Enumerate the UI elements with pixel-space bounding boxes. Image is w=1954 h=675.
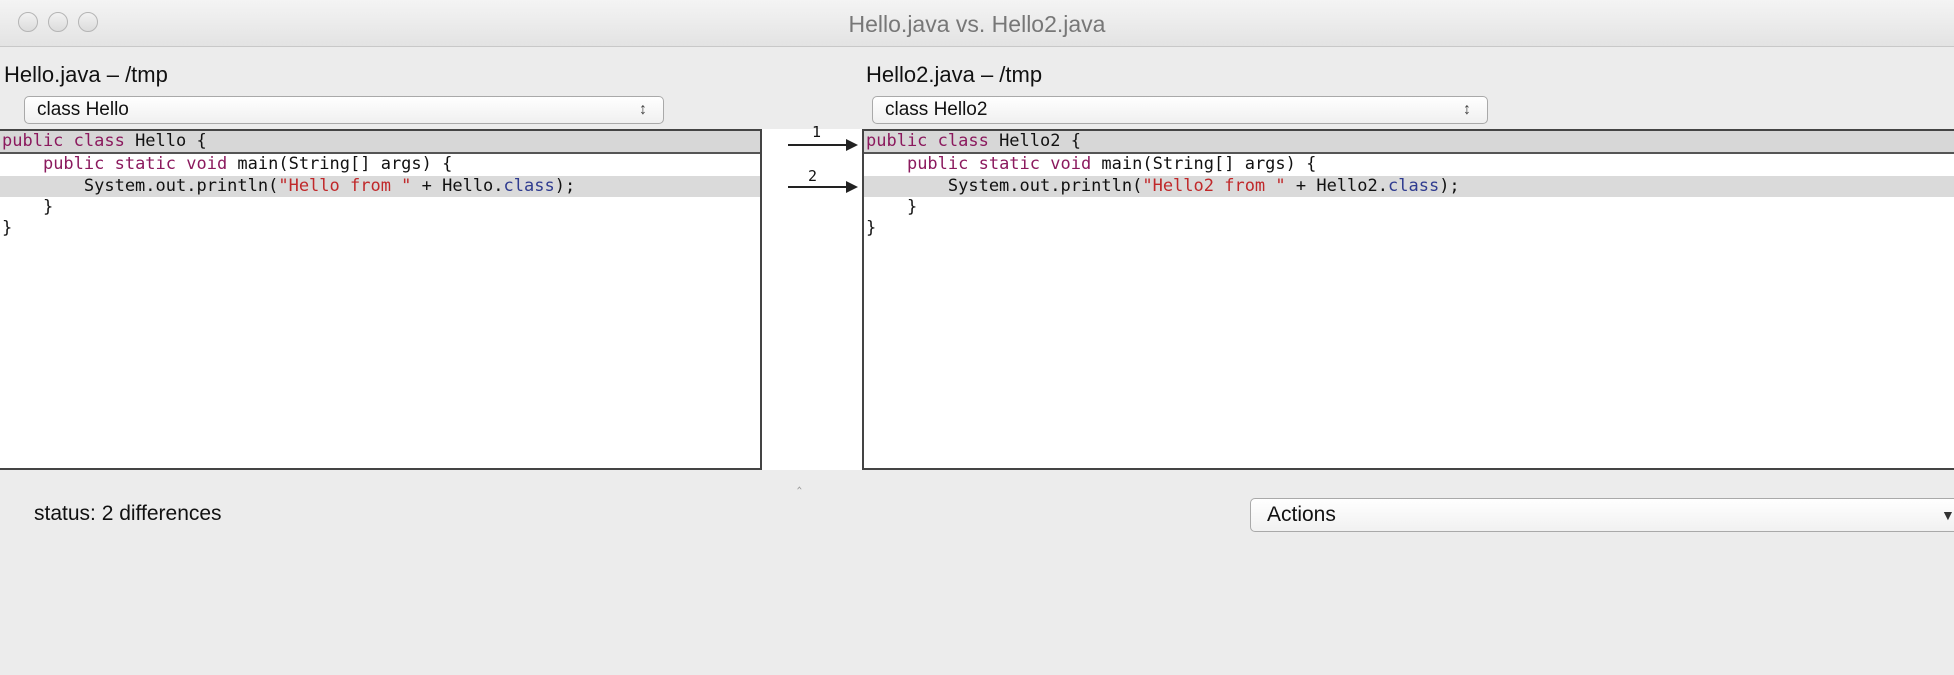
updown-chevron-icon: ↕ xyxy=(639,101,647,118)
diff-gutter: 1 2 xyxy=(762,123,862,470)
code-text: + Hello. xyxy=(411,176,504,196)
code-line: } xyxy=(0,197,760,218)
status-text: status: 2 differences xyxy=(34,502,222,525)
code-text: } xyxy=(2,218,13,238)
code-line: System.out.println("Hello2 from " + Hell… xyxy=(864,176,1954,197)
splitter-handle-icon[interactable]: ‸ xyxy=(797,473,802,490)
code-string: "Hello2 from " xyxy=(1142,176,1286,196)
diff-number-1: 1 xyxy=(812,123,822,141)
code-line: public static void main(String[] args) { xyxy=(0,154,760,175)
code-text: } xyxy=(866,218,877,238)
diff-arrow-icon[interactable] xyxy=(788,139,858,151)
code-text: System.out.println( xyxy=(2,176,279,196)
code-keyword: public static void xyxy=(906,154,1102,174)
code-text: } xyxy=(866,197,918,217)
code-line: public class Hello { xyxy=(0,131,760,154)
code-text: Hello2 { xyxy=(999,131,1081,151)
code-line: System.out.println("Hello from " + Hello… xyxy=(0,176,760,197)
code-line: public class Hello2 { xyxy=(864,131,1954,154)
left-file-label: Hello.java – /tmp xyxy=(4,62,168,87)
actions-dropdown-label: Actions xyxy=(1267,503,1336,526)
code-text: System.out.println( xyxy=(866,176,1143,196)
left-code-pane[interactable]: public class Hello { public static void … xyxy=(0,129,762,470)
code-text: + Hello2. xyxy=(1285,176,1388,196)
code-line: } xyxy=(864,218,1954,239)
right-file-label: Hello2.java – /tmp xyxy=(866,62,1043,87)
code-text: Hello { xyxy=(135,131,207,151)
right-class-selector[interactable]: class Hello2 ↕ xyxy=(872,96,1488,124)
code-text: ); xyxy=(554,176,576,196)
code-keyword: public static void xyxy=(42,154,238,174)
code-field: class xyxy=(1388,176,1440,196)
code-string: "Hello from " xyxy=(278,176,412,196)
code-text: ); xyxy=(1439,176,1460,196)
code-text: } xyxy=(2,197,54,217)
diff-arrow-icon[interactable] xyxy=(788,181,858,193)
code-field: class xyxy=(503,176,555,196)
code-line: } xyxy=(0,218,760,239)
updown-chevron-icon: ↕ xyxy=(1463,101,1471,118)
code-line: public static void main(String[] args) { xyxy=(864,154,1954,175)
code-line: } xyxy=(864,197,1954,218)
actions-dropdown[interactable]: Actions ▼ xyxy=(1250,498,1954,532)
left-class-selector-value: class Hello xyxy=(37,99,129,120)
code-keyword: public class xyxy=(866,131,1000,151)
chevron-down-icon: ▼ xyxy=(1941,507,1954,523)
window-title: Hello.java vs. Hello2.java xyxy=(848,11,1106,37)
title-bar: Hello.java vs. Hello2.java xyxy=(0,0,1954,47)
right-code-pane[interactable]: public class Hello2 { public static void… xyxy=(862,129,1954,470)
code-keyword: public class xyxy=(2,131,136,151)
code-text: main(String[] args) { xyxy=(1101,154,1317,174)
right-class-selector-value: class Hello2 xyxy=(885,99,988,120)
code-text: main(String[] args) { xyxy=(237,154,453,174)
diff-number-2: 2 xyxy=(808,167,818,185)
left-class-selector[interactable]: class Hello ↕ xyxy=(24,96,664,124)
